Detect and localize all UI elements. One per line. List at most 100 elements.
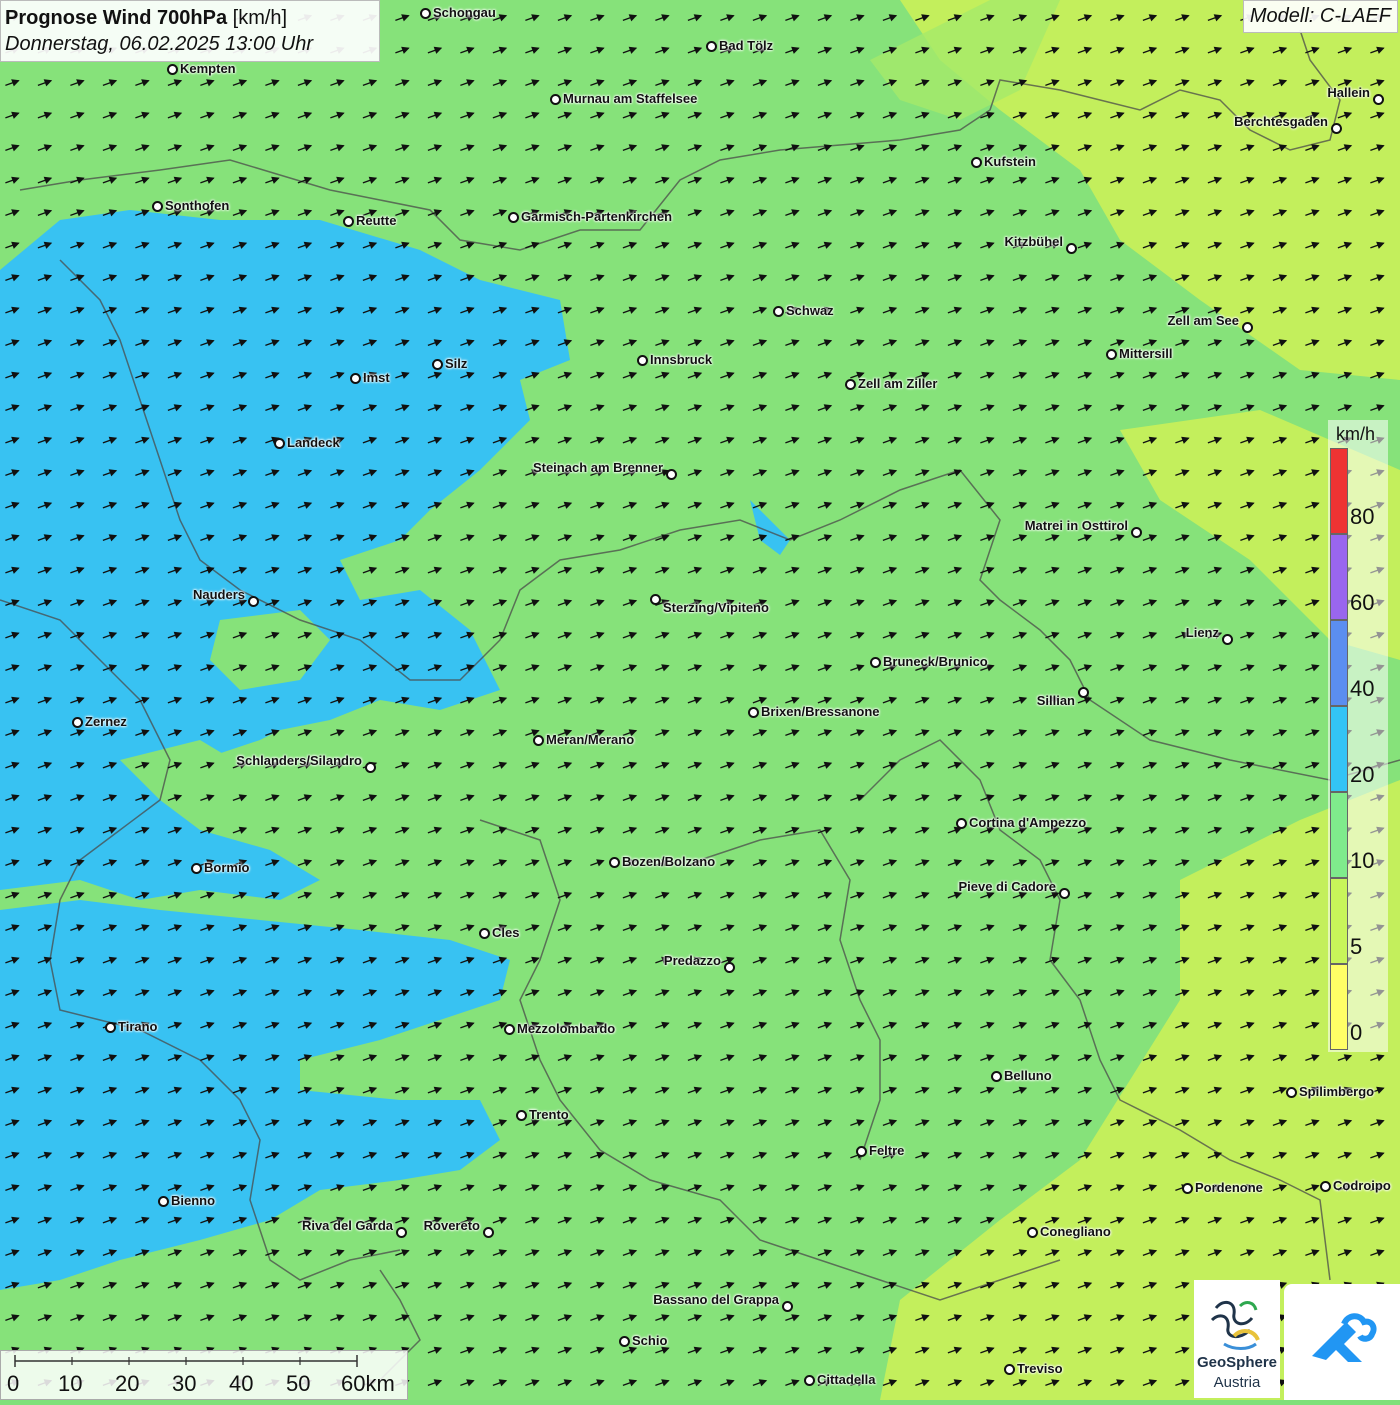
city-marker [706,41,717,52]
city-marker [650,594,661,605]
city-marker [396,1227,407,1238]
map-title-main: Prognose Wind 700hPa [5,7,228,29]
city-label: Belluno [1004,1068,1052,1083]
city-marker [1027,1227,1038,1238]
geosphere-logo-subtitle: Austria [1213,1374,1261,1391]
city-marker [1106,349,1117,360]
city-label: Silz [445,356,468,371]
city-label: Bienno [171,1193,216,1208]
city-marker [432,359,443,370]
city-label: Landeck [287,435,340,450]
city-marker [1066,243,1077,254]
scale-bar-label: 20 [115,1371,140,1396]
legend-tick-label: 40 [1350,676,1375,701]
city-marker [504,1024,515,1035]
city-label: Bozen/Bolzano [622,854,716,869]
city-label: Reutte [356,213,397,228]
scale-bar-label: 60km [341,1371,395,1396]
city-marker [804,1375,815,1386]
legend-color-band [1330,792,1348,878]
city-label: Hallein [1327,85,1370,100]
city-marker [533,735,544,746]
city-marker [105,1022,116,1033]
scale-bar-label: 50 [286,1371,311,1396]
city-marker [856,1146,867,1157]
city-label: Garmisch-Partenkirchen [521,209,673,224]
city-label: Sonthofen [165,198,230,213]
city-label: Pordenone [1195,1180,1263,1195]
legend: km/h 0 5 10 20 40 60 80 [1328,420,1388,1052]
legend-tick-label: 80 [1350,504,1375,529]
city-marker [637,355,648,366]
city-marker [1320,1181,1331,1192]
city-marker [609,857,620,868]
city-label: Zell am Ziller [858,376,938,391]
city-label: Schio [632,1333,668,1348]
city-label: Pieve di Cadore [958,879,1056,894]
legend-color-band [1330,534,1348,620]
city-marker [971,157,982,168]
city-marker [1331,123,1342,134]
city-label: Cortina d'Ampezzo [969,815,1087,830]
weather-app-logo[interactable] [1284,1284,1400,1400]
city-marker [1059,888,1070,899]
geosphere-logo-icon [1210,1300,1260,1350]
city-label: Rovereto [423,1218,480,1233]
scale-bar-label: 40 [229,1371,254,1396]
city-marker [748,707,759,718]
title-box: Prognose Wind 700hPa [km/h] Donnerstag, … [0,0,380,62]
city-marker [158,1196,169,1207]
legend-tick-label: 5 [1350,934,1363,959]
city-marker [365,762,376,773]
geosphere-logo[interactable]: GeoSphere Austria [1194,1280,1280,1398]
legend-unit: km/h [1336,424,1376,444]
scale-bar-label: 30 [172,1371,197,1396]
city-marker [845,379,856,390]
city-marker [773,306,784,317]
city-label: Meran/Merano [546,732,635,747]
city-marker [1222,634,1233,645]
city-marker [152,201,163,212]
city-label: Bormio [204,860,250,875]
city-marker [167,64,178,75]
city-label: Schongau [433,5,496,20]
city-marker [1242,322,1253,333]
city-label: Riva del Garda [301,1218,393,1233]
city-label: Berchtesgaden [1234,114,1328,129]
city-marker [1078,687,1089,698]
city-label: Bad Tölz [719,38,774,53]
city-label: Codroipo [1333,1178,1391,1193]
city-label: Feltre [869,1143,905,1158]
city-label: Kufstein [984,154,1036,169]
geosphere-logo-name: GeoSphere [1196,1354,1278,1371]
city-marker [508,212,519,223]
scale-bar: 0 10 20 30 40 50 60km [0,1350,408,1400]
city-label: Mittersill [1119,346,1173,361]
legend-tick-label: 60 [1350,590,1375,615]
scale-bar-ruler [14,1355,358,1367]
city-label: Conegliano [1040,1224,1111,1239]
city-marker [619,1336,630,1347]
city-label: Predazzo [663,953,721,968]
city-label: Murnau am Staffelsee [563,91,698,106]
city-label: Matrei in Osttirol [1024,518,1128,533]
city-marker [1131,527,1142,538]
city-label: Cittadella [817,1372,876,1387]
city-label: Kempten [180,61,236,76]
city-label: Cles [492,925,520,940]
city-label: Tirano [118,1019,158,1034]
city-label: Innsbruck [650,352,713,367]
city-label: Trento [529,1107,569,1122]
city-marker [343,216,354,227]
city-label: Mezzolombardo [517,1021,616,1036]
city-label: Treviso [1017,1361,1063,1376]
legend-color-band [1330,620,1348,706]
legend-color-band [1330,964,1348,1050]
legend-color-band [1330,448,1348,534]
city-label: Zernez [85,714,127,729]
city-marker [782,1301,793,1312]
city-marker [666,469,677,480]
city-marker [479,928,490,939]
legend-color-band [1330,706,1348,792]
city-marker [350,373,361,384]
